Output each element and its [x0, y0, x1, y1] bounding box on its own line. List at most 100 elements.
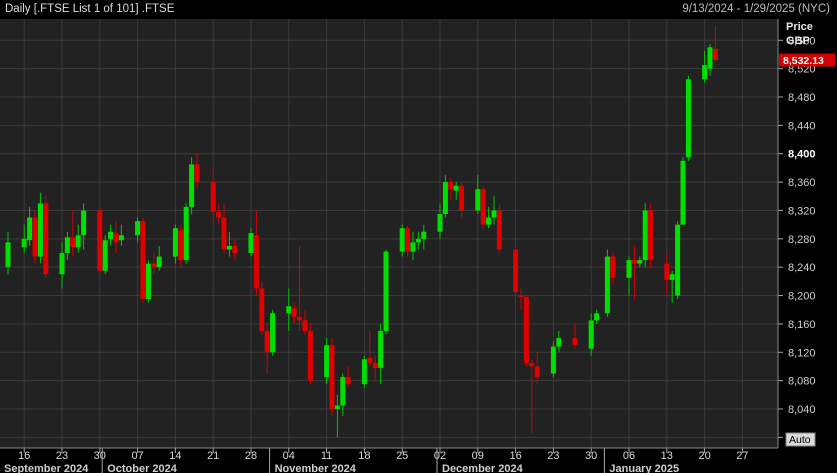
candle-body	[572, 338, 578, 346]
candle-body	[43, 203, 49, 275]
candle-body	[459, 185, 465, 211]
candle-body	[97, 210, 103, 271]
candle-body	[513, 249, 519, 292]
candle-body	[529, 362, 535, 367]
candle	[604, 249, 610, 317]
month-label: September 2024	[4, 463, 89, 473]
candle-body	[248, 233, 254, 253]
month-label: October 2024	[107, 463, 178, 473]
candle-body	[232, 245, 238, 253]
auto-button-label[interactable]: Auto	[789, 434, 811, 446]
y-tick-label: 8,120	[788, 347, 816, 359]
candle-body	[70, 237, 76, 248]
candle-body	[221, 217, 227, 250]
last-price-marker: 8,532.13	[779, 53, 835, 67]
candle	[329, 338, 335, 417]
candle-body	[194, 164, 200, 183]
candle-body	[702, 65, 708, 80]
y-tick-label: 8,320	[788, 205, 816, 217]
candle-body	[216, 211, 222, 218]
x-tick-label: 07	[131, 450, 143, 462]
y-tick-label: 8,080	[788, 376, 816, 388]
candle-body	[475, 189, 481, 211]
candle-body	[27, 217, 33, 241]
month-label: November 2024	[275, 463, 357, 473]
x-tick-label: 11	[321, 450, 332, 462]
candle	[361, 355, 367, 388]
candle-body	[523, 296, 529, 363]
candle	[550, 341, 556, 378]
candle-body	[324, 345, 330, 378]
x-tick-label: 23	[56, 450, 68, 462]
candle	[183, 203, 189, 264]
candle	[43, 196, 49, 278]
candle-body	[378, 331, 384, 368]
candle-body	[37, 203, 43, 257]
y-axis-title-price: Price	[786, 21, 813, 33]
candle-body	[448, 182, 454, 190]
candle	[513, 245, 519, 296]
candle	[102, 235, 108, 275]
candle-body	[712, 48, 718, 61]
candle-body	[172, 228, 178, 257]
candle-body	[183, 206, 189, 261]
x-tick-label: 30	[585, 450, 597, 462]
candle-body	[550, 346, 556, 374]
candle-body	[664, 263, 670, 280]
candle-body	[556, 338, 562, 347]
candle-body	[108, 231, 114, 239]
y-axis-title-currency: GBP	[786, 35, 810, 47]
candle-body	[5, 242, 11, 268]
candle-body	[253, 235, 259, 289]
candle-body	[259, 288, 265, 331]
candlestick-chart[interactable]: 8,0008,0408,0808,1208,1608,2008,2408,280…	[0, 0, 837, 473]
candle-body	[496, 210, 502, 250]
candle	[675, 221, 681, 300]
x-tick-label: 21	[207, 450, 219, 462]
candle-body	[626, 260, 632, 278]
candle-body	[361, 359, 367, 385]
x-tick-label: 23	[547, 450, 559, 462]
x-tick-label: 09	[472, 450, 484, 462]
candle-body	[135, 221, 141, 236]
candle	[145, 260, 151, 303]
candle-body	[588, 320, 594, 349]
candle	[307, 323, 313, 385]
candle-body	[491, 210, 497, 218]
candle	[642, 203, 648, 268]
candle-body	[140, 221, 146, 300]
candle-body	[631, 260, 637, 264]
y-tick-label: 8,160	[788, 319, 816, 331]
candle-body	[604, 256, 610, 314]
x-tick-label: 25	[396, 450, 408, 462]
auto-scale-button[interactable]: Auto	[785, 432, 816, 447]
candle-body	[297, 316, 303, 321]
candle-body	[675, 224, 681, 296]
x-tick-label: 27	[736, 450, 748, 462]
candle-body	[21, 238, 27, 248]
month-label: January 2025	[609, 463, 679, 473]
candle-body	[270, 313, 276, 353]
candle	[523, 295, 529, 367]
candle-body	[437, 214, 443, 232]
y-tick-label: 8,440	[788, 120, 816, 132]
last-price-label: 8,532.13	[783, 55, 824, 67]
candle-body	[334, 405, 340, 409]
x-tick-label: 16	[18, 450, 30, 462]
x-tick-label: 04	[283, 450, 295, 462]
x-tick-label: 02	[434, 450, 446, 462]
candle	[480, 185, 486, 229]
x-tick-label: 13	[661, 450, 673, 462]
candle-body	[685, 79, 691, 158]
y-tick-label: 8,480	[788, 92, 816, 104]
candle-body	[453, 185, 459, 191]
candle-body	[486, 217, 492, 225]
candle-body	[64, 237, 70, 253]
candle-body	[594, 313, 600, 321]
y-tick-label: 8,240	[788, 262, 816, 274]
candle-body	[226, 245, 232, 250]
month-label: December 2024	[442, 463, 524, 473]
candle-body	[286, 306, 292, 314]
candle-body	[480, 189, 486, 225]
candle-body	[189, 164, 195, 207]
